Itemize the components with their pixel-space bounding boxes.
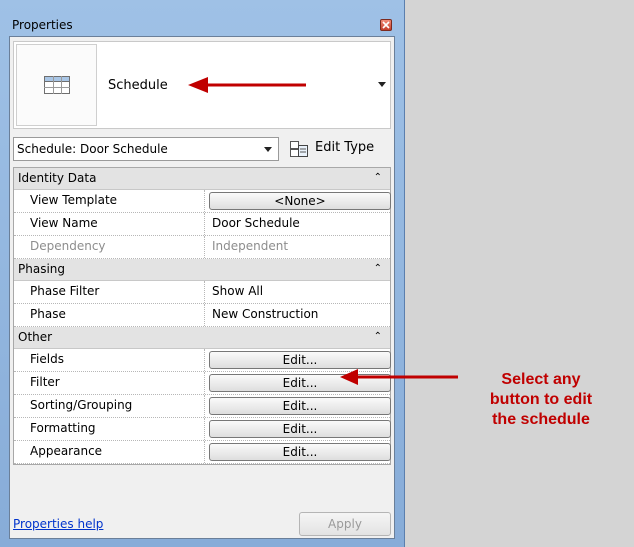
collapse-chevron-icon[interactable]: ⌃ — [374, 263, 382, 274]
property-fields: Fields Edit... — [14, 349, 391, 372]
phase-field[interactable]: New Construction — [212, 307, 318, 321]
property-appearance: Appearance Edit... — [14, 441, 391, 464]
edit-type-label: Edit Type — [315, 140, 375, 155]
column-divider — [204, 349, 205, 371]
property-formatting: Formatting Edit... — [14, 418, 391, 441]
column-divider — [204, 190, 205, 212]
column-divider — [204, 395, 205, 417]
dropdown-arrow-icon[interactable] — [378, 82, 386, 87]
column-divider — [204, 441, 205, 463]
group-identity-data[interactable]: Identity Data ⌃ — [14, 168, 390, 190]
type-thumbnail — [16, 44, 97, 126]
properties-help-link[interactable]: Properties help — [13, 517, 103, 531]
property-name: Formatting — [30, 421, 96, 435]
schedule-table-icon — [44, 76, 70, 94]
properties-palette: Schedule Schedule: Door Schedule Edit Ty… — [9, 36, 395, 539]
property-name: Sorting/Grouping — [30, 398, 133, 412]
dependency-value: Independent — [212, 239, 289, 253]
instance-row: Schedule: Door Schedule Edit Type — [13, 137, 391, 161]
property-name: Dependency — [30, 239, 106, 253]
group-name: Identity Data — [18, 171, 97, 185]
group-name: Phasing — [18, 262, 66, 276]
group-phasing[interactable]: Phasing ⌃ — [14, 259, 390, 281]
column-divider — [204, 372, 205, 394]
view-template-button[interactable]: <None> — [209, 192, 391, 210]
property-sorting-grouping: Sorting/Grouping Edit... — [14, 395, 391, 418]
property-phase-filter: Phase Filter Show All — [14, 281, 390, 304]
annotation-arrow-icon — [340, 369, 458, 385]
formatting-edit-button[interactable]: Edit... — [209, 420, 391, 438]
property-name: Phase — [30, 307, 66, 321]
column-divider — [204, 213, 205, 235]
properties-grid: Identity Data ⌃ View Template <None> Vie… — [13, 167, 391, 465]
annotation-callout: Select any button to edit the schedule — [456, 370, 626, 430]
property-name: View Template — [30, 193, 118, 207]
group-other[interactable]: Other ⌃ — [14, 327, 390, 349]
callout-line: button to edit — [489, 391, 593, 408]
group-name: Other — [18, 330, 53, 344]
property-name: Phase Filter — [30, 284, 100, 298]
callout-line: Select any — [501, 371, 581, 388]
callout-line: the schedule — [492, 411, 590, 428]
property-dependency: Dependency Independent — [14, 236, 390, 259]
property-filter: Filter Edit... — [14, 372, 391, 395]
property-view-name: View Name Door Schedule — [14, 213, 390, 236]
property-name: Fields — [30, 352, 64, 366]
instance-selector-value: Schedule: Door Schedule — [17, 142, 168, 156]
column-divider — [204, 236, 205, 258]
appearance-edit-button[interactable]: Edit... — [209, 443, 391, 461]
collapse-chevron-icon[interactable]: ⌃ — [374, 172, 382, 183]
column-divider — [204, 304, 205, 326]
apply-button[interactable]: Apply — [299, 512, 391, 536]
property-name: Filter — [30, 375, 60, 389]
palette-title: Properties — [12, 18, 73, 32]
title-bar[interactable]: Properties — [9, 14, 394, 36]
property-view-template: View Template <None> — [14, 190, 391, 213]
edit-type-icon — [290, 141, 308, 157]
property-name: Appearance — [30, 444, 103, 458]
column-divider — [204, 418, 205, 440]
close-icon[interactable] — [380, 19, 392, 31]
dropdown-arrow-icon — [264, 147, 272, 152]
collapse-chevron-icon[interactable]: ⌃ — [374, 331, 382, 342]
sorting-grouping-edit-button[interactable]: Edit... — [209, 397, 391, 415]
type-name: Schedule — [108, 78, 168, 93]
view-name-field[interactable]: Door Schedule — [212, 216, 300, 230]
edit-type-button[interactable]: Edit Type — [285, 137, 391, 161]
column-divider — [204, 281, 205, 303]
phase-filter-field[interactable]: Show All — [212, 284, 263, 298]
instance-selector-dropdown[interactable]: Schedule: Door Schedule — [13, 137, 279, 161]
annotation-arrow-icon — [188, 77, 306, 93]
property-name: View Name — [30, 216, 98, 230]
property-phase: Phase New Construction — [14, 304, 390, 327]
